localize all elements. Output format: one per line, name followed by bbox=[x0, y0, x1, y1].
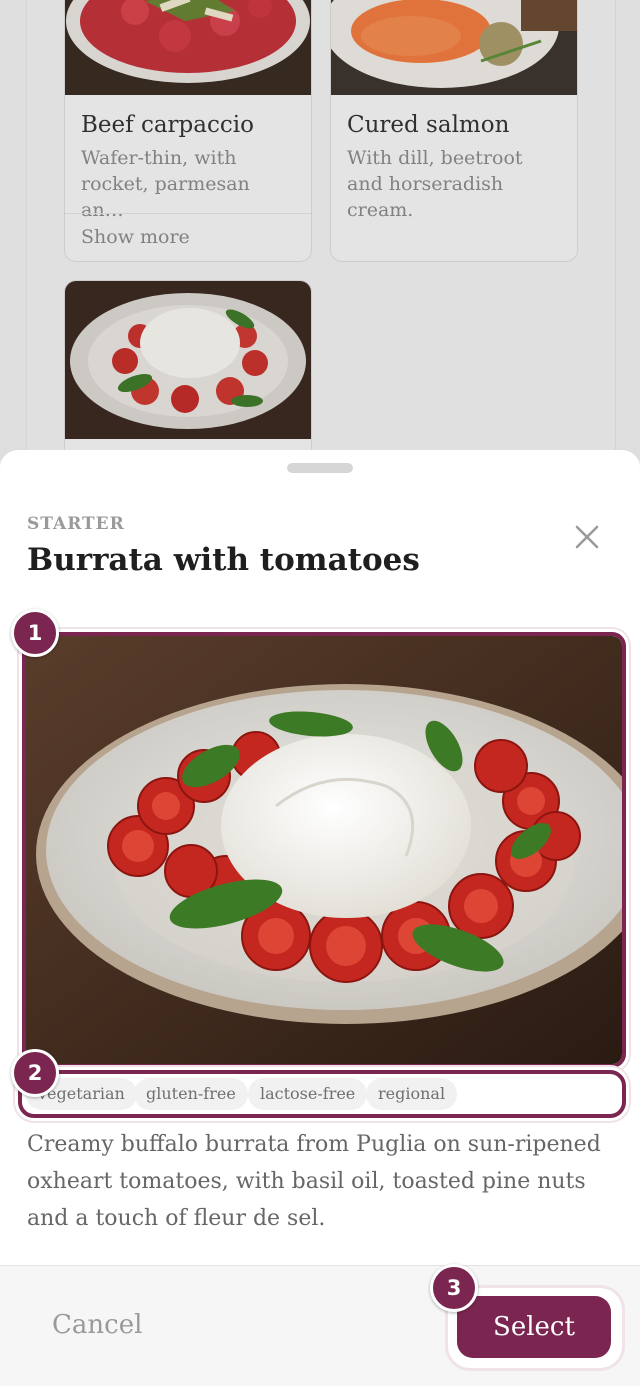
dish-detail-sheet: STARTER Burrata with tomatoes vegetarian… bbox=[0, 450, 640, 1386]
annotation-marker-1: 1 bbox=[11, 609, 59, 657]
dish-hero-image bbox=[22, 632, 626, 1068]
select-button[interactable]: Select bbox=[457, 1296, 611, 1358]
tag-lactose-free: lactose-free bbox=[248, 1078, 368, 1110]
dish-description: Creamy buffalo burrata from Puglia on su… bbox=[27, 1132, 601, 1231]
drag-handle[interactable] bbox=[287, 463, 353, 473]
dish-title: Burrata with tomatoes bbox=[27, 542, 420, 578]
dietary-tags: vegetarian gluten-free lactose-free regi… bbox=[18, 1070, 626, 1118]
category-label: STARTER bbox=[27, 514, 125, 534]
tag-gluten-free: gluten-free bbox=[134, 1078, 248, 1110]
annotation-marker-2: 2 bbox=[11, 1049, 59, 1097]
modal-scrim[interactable] bbox=[0, 0, 640, 460]
cancel-button[interactable]: Cancel bbox=[52, 1310, 142, 1340]
close-icon[interactable] bbox=[568, 518, 606, 556]
annotation-marker-3: 3 bbox=[430, 1264, 478, 1312]
tag-regional: regional bbox=[366, 1078, 458, 1110]
